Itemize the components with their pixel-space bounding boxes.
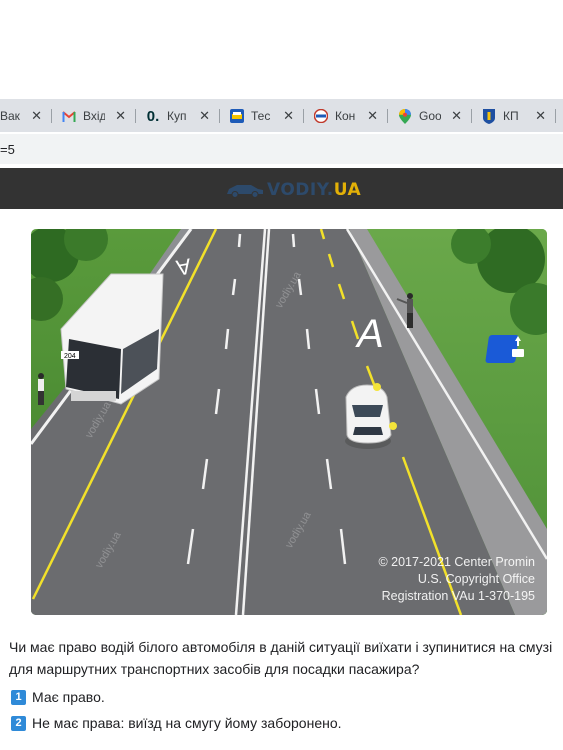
tab-divider [219, 109, 220, 123]
close-icon[interactable]: ✕ [199, 108, 210, 124]
gmail-icon [62, 109, 76, 123]
test-site-icon [230, 109, 244, 123]
site-header: VODIY. UA [0, 168, 563, 209]
tab-divider [555, 109, 556, 123]
olx-icon: 0. [146, 107, 160, 125]
answer-text: Не має права: виїзд на смугу йому заборо… [32, 715, 342, 731]
site-logo[interactable]: VODIY. UA [225, 180, 361, 200]
tab-divider [303, 109, 304, 123]
answer-option-1[interactable]: 1 Має право. [11, 689, 105, 705]
close-icon[interactable]: ✕ [283, 108, 294, 124]
stop-sign-icon [314, 109, 328, 123]
tab-divider [135, 109, 136, 123]
close-icon[interactable]: ✕ [31, 108, 42, 124]
browser-tab[interactable]: Вак ✕ [0, 103, 42, 129]
tab-title: Вак [0, 109, 20, 123]
browser-tab[interactable]: Вхід ✕ [62, 103, 126, 129]
answer-number-badge: 2 [11, 715, 26, 731]
question-text: Чи має право водій білого автомобіля в д… [9, 639, 553, 677]
answer-text: Має право. [32, 689, 105, 705]
bus-route-number: 204 [64, 353, 76, 360]
question-illustration: A A 204 vodiy.ua vodiy.ua vodiy.ua vodiy… [31, 229, 547, 615]
answer-option-2[interactable]: 2 Не має права: виїзд на смугу йому забо… [11, 715, 342, 731]
logo-text: VODIY. [267, 180, 334, 200]
watermark-line: Registration VAu 1-370-195 [381, 589, 535, 603]
tab-title: Кон [335, 109, 356, 123]
tab-title: КП [503, 109, 519, 123]
close-icon[interactable]: ✕ [367, 108, 378, 124]
close-icon[interactable]: ✕ [115, 108, 126, 124]
copyright-watermark: © 2017-2021 Center Promin U.S. Copyright… [378, 554, 535, 605]
watermark-line: © 2017-2021 Center Promin [378, 555, 535, 569]
address-bar[interactable]: =5 [0, 134, 563, 164]
close-icon[interactable]: ✕ [451, 108, 462, 124]
answer-number-badge: 1 [11, 689, 26, 705]
tab-divider [471, 109, 472, 123]
tab-divider [51, 109, 52, 123]
browser-tab[interactable]: 0. Куп ✕ [146, 103, 210, 129]
tab-title: Goo [419, 109, 441, 123]
pedestrian [38, 373, 44, 405]
address-text: =5 [0, 142, 15, 157]
logo-suffix: UA [333, 180, 362, 200]
browser-tab[interactable]: КП ✕ [482, 103, 546, 129]
tab-divider [387, 109, 388, 123]
kyiv-coat-of-arms-icon [482, 108, 496, 124]
watermark-line: U.S. Copyright Office [417, 572, 535, 586]
browser-tab[interactable]: Кон ✕ [314, 103, 378, 129]
tab-title: Вхід [83, 109, 105, 123]
tab-title: Куп [167, 109, 187, 123]
browser-tab[interactable]: Goo ✕ [398, 103, 462, 129]
browser-tab[interactable]: Тес ✕ [230, 103, 294, 129]
close-icon[interactable]: ✕ [535, 108, 546, 124]
tab-title: Тес [251, 109, 271, 123]
google-maps-icon [398, 108, 412, 124]
car-logo-icon [227, 185, 263, 198]
browser-tab-strip: Вак ✕ Вхід ✕ 0. Куп ✕ Тес ✕ Кон ✕ Goo ✕ … [0, 99, 563, 132]
